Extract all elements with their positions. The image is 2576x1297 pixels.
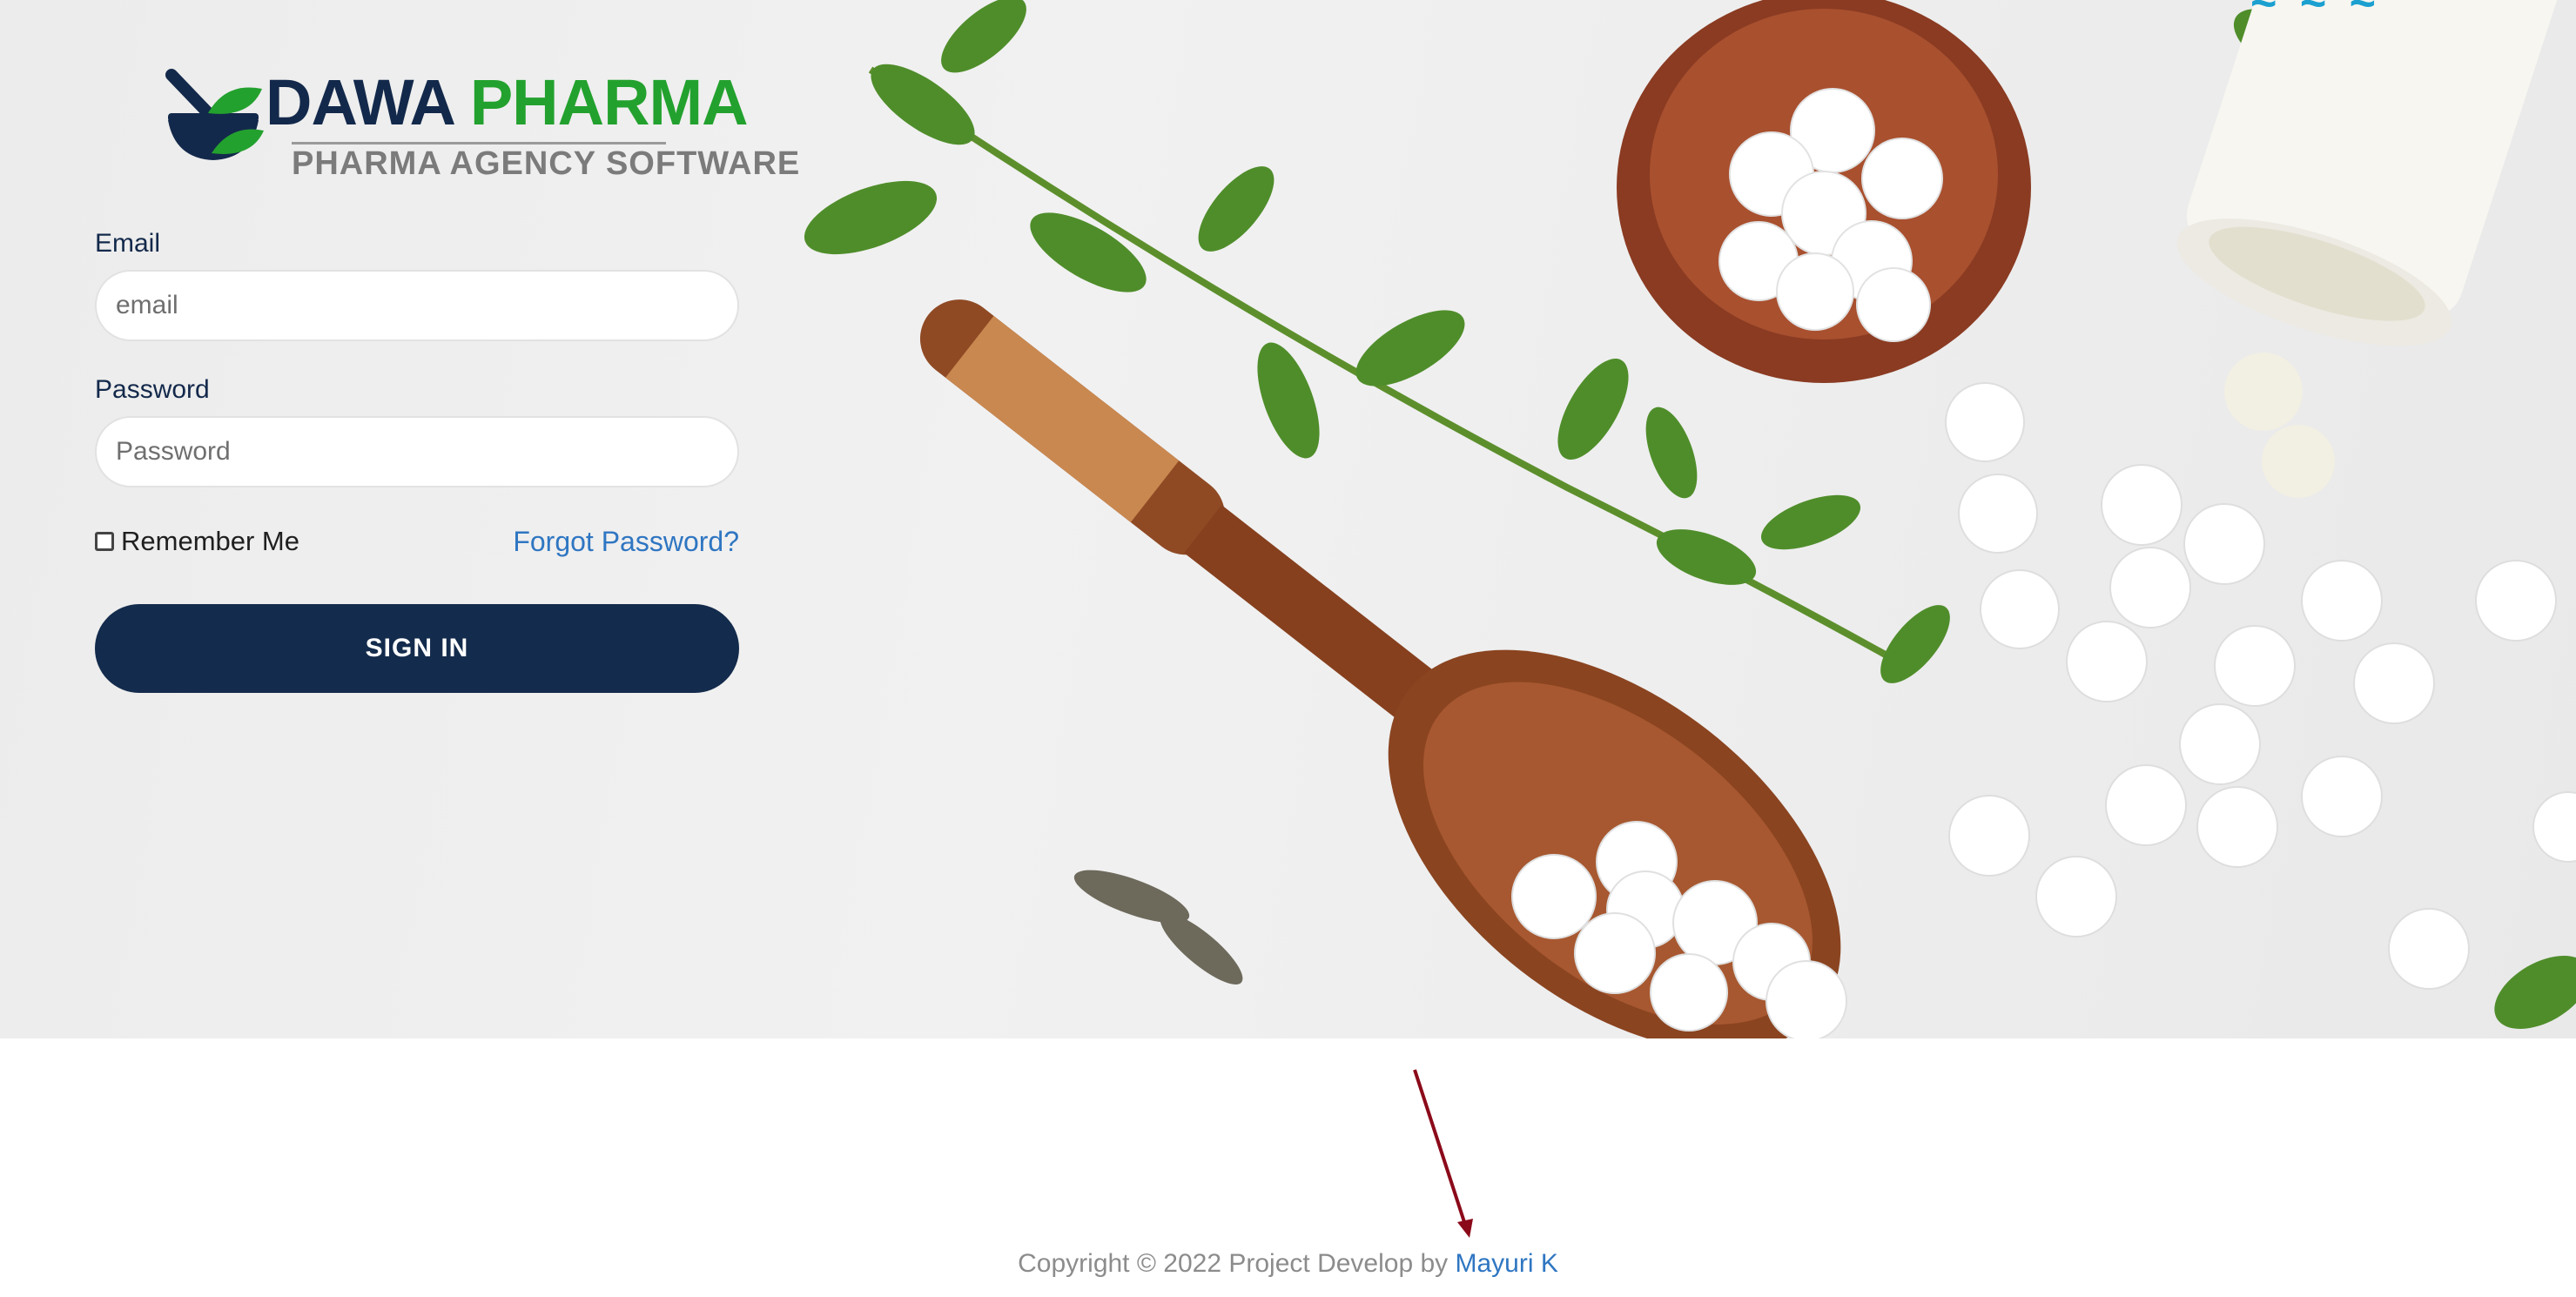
remember-me-checkbox[interactable] bbox=[95, 532, 114, 551]
logo-pharma-text: PHARMA bbox=[469, 66, 749, 138]
email-label: Email bbox=[95, 229, 161, 258]
brand-logo: DAWA PHARMA PHARMA AGENCY SOFTWARE bbox=[161, 68, 799, 185]
author-link[interactable]: Mayuri K bbox=[1456, 1249, 1558, 1278]
annotation-arrow bbox=[1413, 1069, 1473, 1238]
email-field[interactable] bbox=[95, 270, 739, 341]
logo-divider bbox=[292, 142, 666, 144]
logo-title: DAWA PHARMA bbox=[266, 66, 749, 138]
remember-forgot-row: Remember Me Forgot Password? bbox=[95, 524, 739, 559]
copyright-text: Copyright © 2022 Project Develop by bbox=[1018, 1249, 1456, 1278]
logo-dawa-text: DAWA bbox=[266, 66, 454, 138]
mortar-pestle-leaf-icon bbox=[165, 69, 264, 160]
forgot-password-link[interactable]: Forgot Password? bbox=[513, 526, 739, 558]
password-field[interactable] bbox=[95, 416, 739, 487]
remember-me[interactable]: Remember Me bbox=[95, 526, 299, 557]
sign-in-button[interactable]: SIGN IN bbox=[95, 604, 739, 693]
logo-tagline: PHARMA AGENCY SOFTWARE bbox=[292, 145, 801, 182]
login-form: Email Password Remember Me Forgot Passwo… bbox=[95, 226, 739, 693]
hero-background: ~ ~ ~ DAWA PHARMA PHARMA AGENCY SOFTWARE… bbox=[0, 0, 2576, 1038]
remember-me-label: Remember Me bbox=[121, 526, 299, 556]
password-label: Password bbox=[95, 375, 210, 404]
top-right-decoration: ~ ~ ~ bbox=[2250, 0, 2381, 29]
footer-copyright: Copyright © 2022 Project Develop by Mayu… bbox=[0, 1247, 2576, 1281]
